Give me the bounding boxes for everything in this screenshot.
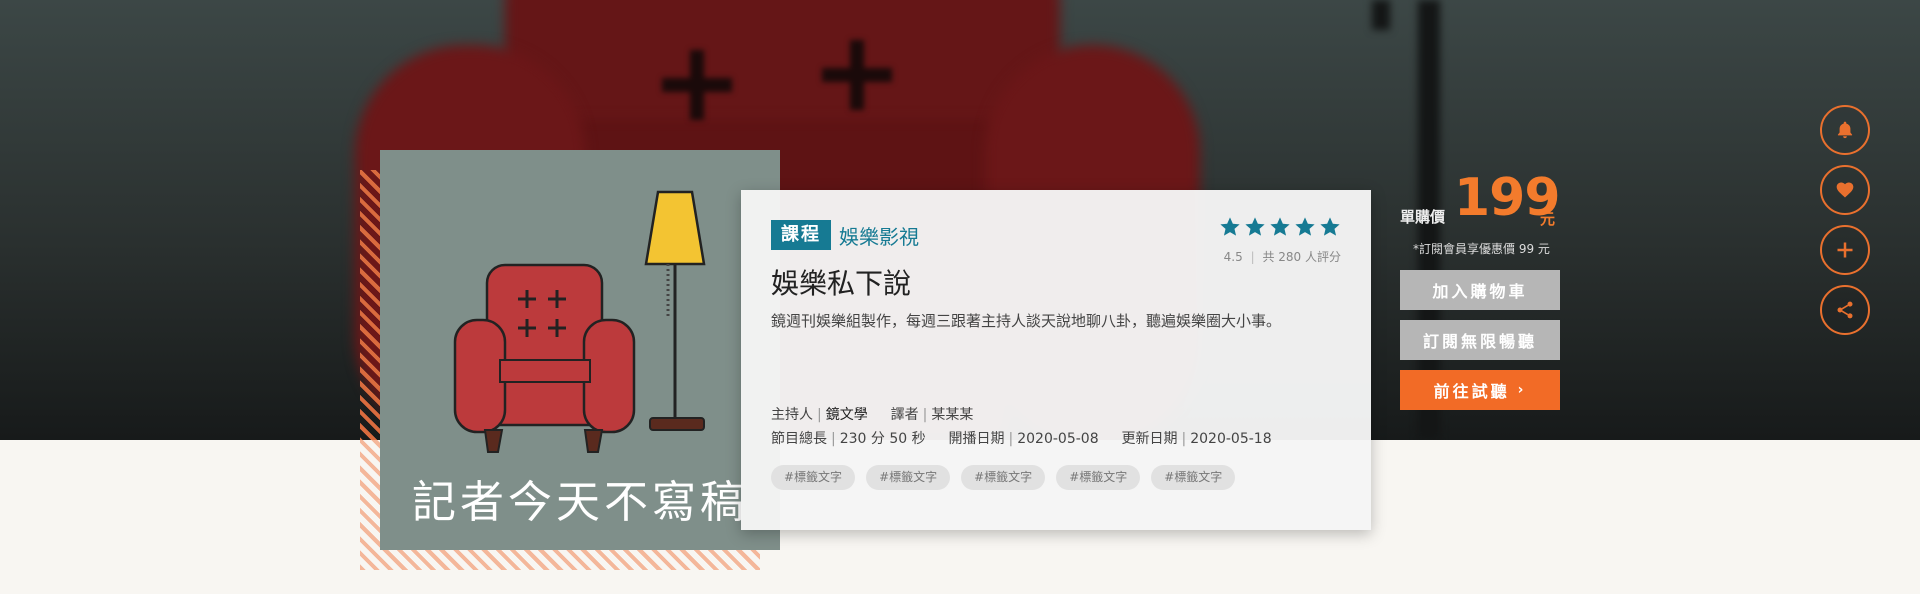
favorite-button[interactable] [1820,165,1870,215]
course-tag-row: 課程 娛樂影視 [771,220,919,250]
hashtag-chip[interactable]: #標籤文字 [866,465,951,490]
price-label: 單購價 [1400,208,1446,226]
plus-icon [1837,242,1853,258]
member-price-note: *訂閱會員享優惠價 99 元 [1413,242,1550,256]
add-to-cart-label: 加入購物車 [1432,282,1528,301]
hashtag-chip[interactable]: #標籤文字 [961,465,1046,490]
subscribe-button[interactable]: 訂閱無限暢聽 [1400,320,1560,360]
rating-stars [1219,216,1341,238]
subscribe-label: 訂閱無限暢聽 [1422,332,1537,351]
add-to-cart-button[interactable]: 加入購物車 [1400,270,1560,310]
hashtag-chip[interactable]: #標籤文字 [771,465,856,490]
cover-image: 記者今天不寫稿 [380,150,780,550]
trial-listen-label: 前往試聽 [1433,382,1510,401]
category-link[interactable]: 娛樂影視 [839,221,919,250]
start-date-label: 開播日期 [948,431,1005,447]
star-icon [1320,217,1340,236]
rating-summary: 4.5 | 共 280 人評分 [1223,250,1341,264]
rating-score: 4.5 [1223,250,1243,264]
star-icon [1220,217,1240,236]
update-date-label: 更新日期 [1121,431,1178,447]
host-name[interactable]: 鏡文學 [826,407,868,423]
add-button[interactable] [1820,225,1870,275]
course-title: 娛樂私下說 [771,267,912,300]
bell-icon [1837,121,1853,139]
hashtag-chip[interactable]: #標籤文字 [1151,465,1236,490]
price-unit: 元 [1540,210,1556,228]
heart-icon [1836,182,1854,198]
course-badge: 課程 [771,220,831,250]
share-button[interactable] [1820,285,1870,335]
star-icon [1245,217,1265,236]
duration-value: 230 分 50 秒 [839,431,926,447]
blurred-lamp-part [1372,0,1390,30]
course-description: 鏡週刊娛樂組製作，每週三跟著主持人談天說地聊八卦，聽遍娛樂圈大小事。 [771,312,1282,330]
star-icon [1295,217,1315,236]
course-meta: 主持人 | 鏡文學 譯者 | 某某某 節目總長 | 230 分 50 秒 開播日期 | 2020… [771,407,1272,447]
star-icon [1270,217,1290,236]
chevron-right-icon: › [1517,382,1527,398]
rating-count: 共 280 人評分 [1262,250,1341,264]
update-date-value: 2020-05-18 [1190,431,1272,447]
tag-list: #標籤文字 #標籤文字 #標籤文字 #標籤文字 #標籤文字 [771,465,1236,490]
hashtag-chip[interactable]: #標籤文字 [1056,465,1141,490]
course-info-card: 課程 娛樂影視 4.5 | 共 280 人評分 娛樂私下說 鏡週刊娛樂組製作，每… [741,190,1371,530]
narrator-label: 譯者 [890,407,919,423]
duration-label: 節目總長 [771,431,827,447]
start-date-value: 2020-05-08 [1017,431,1099,447]
share-icon [1837,301,1853,319]
narrator-name: 某某某 [931,407,974,423]
trial-listen-button[interactable]: 前往試聽 › [1400,370,1560,410]
cover-title: 記者今天不寫稿 [412,477,748,528]
host-label: 主持人 [771,407,813,423]
notify-button[interactable] [1820,105,1870,155]
